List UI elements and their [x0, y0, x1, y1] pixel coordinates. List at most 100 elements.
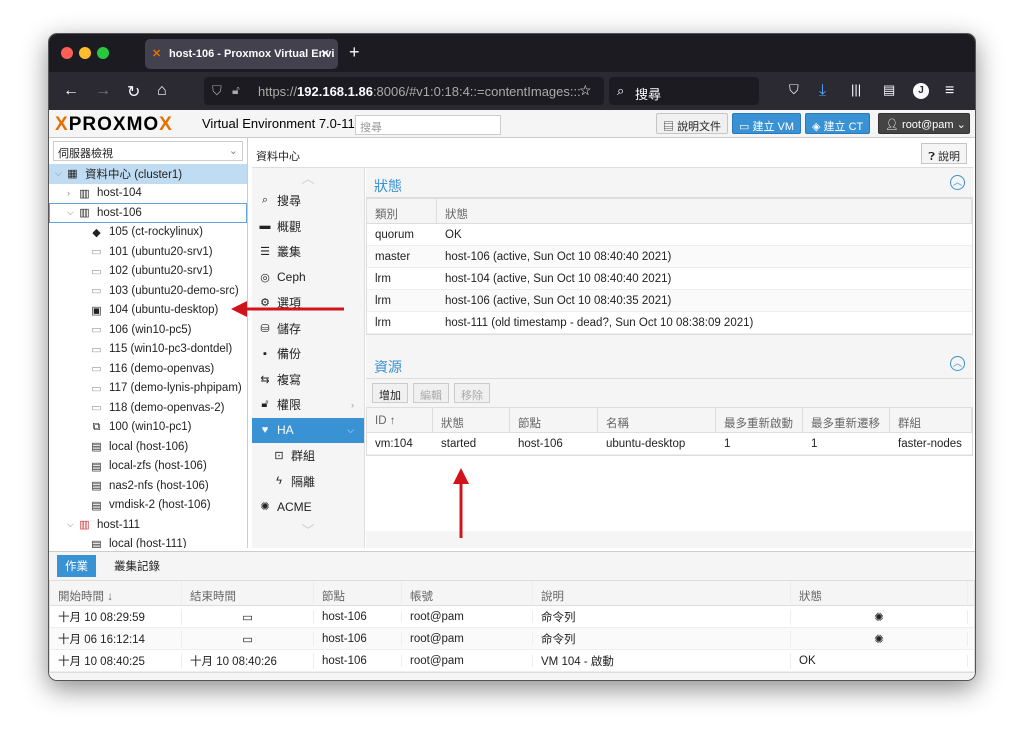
- tree-node[interactable]: ◆ 105 (ct-rockylinux): [49, 223, 247, 243]
- tab-cluster-log[interactable]: 叢集記錄: [106, 555, 168, 577]
- pocket-icon[interactable]: ⛉: [789, 82, 799, 98]
- tree-node[interactable]: ⌵ ▥ host-111: [49, 515, 247, 535]
- close-window-button[interactable]: [61, 47, 73, 59]
- column-header[interactable]: 狀態: [437, 199, 972, 223]
- url-prefix: https://: [258, 84, 298, 99]
- tree-node[interactable]: ▭ 117 (demo-lynis-phpipam): [49, 379, 247, 399]
- column-header[interactable]: 狀態: [433, 408, 510, 432]
- tree-node[interactable]: ▤ local (host-111): [49, 535, 247, 548]
- menu-item[interactable]: ▬ 概觀: [252, 214, 364, 240]
- tree-node[interactable]: ▭ 106 (win10-pc5): [49, 320, 247, 340]
- tree-node-label: vmdisk-2 (host-106): [109, 499, 211, 512]
- table-row[interactable]: lrm host-111 (old timestamp - dead?, Sun …: [367, 312, 972, 334]
- column-header[interactable]: 結束時間: [182, 581, 314, 605]
- reload-icon[interactable]: ↻: [127, 82, 140, 102]
- sidebar-icon[interactable]: ▤: [883, 82, 895, 98]
- menu-item[interactable]: ✺ ACME: [252, 494, 364, 520]
- back-icon[interactable]: ←: [63, 82, 79, 100]
- column-header[interactable]: 節點: [510, 408, 598, 432]
- bookmark-star-icon[interactable]: ☆: [579, 82, 592, 99]
- menu-item[interactable]: ☰ 叢集: [252, 239, 364, 265]
- create-vm-button[interactable]: ▭ 建立 VM: [732, 113, 802, 134]
- menu-item[interactable]: ◎ Ceph: [252, 265, 364, 291]
- ceph-icon: ◎: [260, 271, 270, 284]
- table-row[interactable]: 十月 06 16:12:14 ▭ host-106 root@pam 命令列 ✺: [50, 628, 974, 650]
- tree-node-label: 118 (demo-openvas-2): [109, 401, 225, 414]
- tree-node[interactable]: ▭ 102 (ubuntu20-srv1): [49, 262, 247, 282]
- tree-node[interactable]: › ▥ host-104: [49, 184, 247, 204]
- create-ct-button[interactable]: ◈ 建立 CT: [805, 113, 871, 134]
- tree-node[interactable]: ▤ local (host-106): [49, 437, 247, 457]
- column-header[interactable]: 節點: [314, 581, 402, 605]
- tree-expander-icon[interactable]: ›: [67, 188, 77, 198]
- url-bar[interactable]: ⛉ 🔓︎ https://192.168.1.86:8006/#v1:0:18:…: [204, 77, 604, 105]
- column-header[interactable]: 帳號: [402, 581, 533, 605]
- menu-item[interactable]: ⇆ 複寫: [252, 367, 364, 393]
- column-header[interactable]: 最多重新遷移: [803, 408, 890, 432]
- tree-node[interactable]: ▣ 104 (ubuntu-desktop): [49, 301, 247, 321]
- tree-node[interactable]: ⌵ ▦ 資料中心 (cluster1): [49, 164, 247, 184]
- column-header[interactable]: ID ↑: [367, 408, 433, 432]
- forward-icon[interactable]: →: [95, 82, 111, 100]
- edit-button[interactable]: 編輯: [413, 383, 449, 403]
- browser-search-field[interactable]: ⌕ 搜尋: [609, 77, 759, 105]
- column-header[interactable]: 類別: [367, 199, 437, 223]
- view-selector[interactable]: 伺服器檢視 ⌄: [53, 141, 243, 161]
- menu-item[interactable]: ϟ 隔離: [252, 469, 364, 495]
- new-tab-button[interactable]: +: [349, 42, 360, 63]
- menu-item[interactable]: ⌕ 搜尋: [252, 188, 364, 214]
- scroll-down-icon[interactable]: ﹀: [252, 520, 364, 540]
- help-button[interactable]: ❓︎ 說明: [921, 143, 967, 164]
- header-search-input[interactable]: 搜尋: [355, 115, 501, 135]
- tree-node[interactable]: ▭ 115 (win10-pc3-dontdel): [49, 340, 247, 360]
- tree-node[interactable]: ▤ local-zfs (host-106): [49, 457, 247, 477]
- tab-tasks[interactable]: 作業: [57, 555, 96, 577]
- column-header[interactable]: 說明: [533, 581, 791, 605]
- tree-expander-icon[interactable]: ⌵: [55, 168, 65, 179]
- zoom-window-button[interactable]: [97, 47, 109, 59]
- scroll-up-icon[interactable]: ︿: [252, 168, 364, 188]
- download-icon[interactable]: ⤓: [819, 82, 826, 100]
- column-header[interactable]: 最多重新啟動: [716, 408, 803, 432]
- desktop-icon: ▭: [739, 121, 753, 133]
- table-row[interactable]: quorum OK: [367, 224, 972, 246]
- table-row[interactable]: vm:104 started host-106 ubuntu-desktop 1 1 fas…: [367, 433, 972, 455]
- tree-node[interactable]: ▭ 101 (ubuntu20-srv1): [49, 242, 247, 262]
- tree-node[interactable]: ▭ 103 (ubuntu20-demo-src): [49, 281, 247, 301]
- hamburger-menu-icon[interactable]: ≡: [945, 82, 954, 100]
- collapse-icon[interactable]: ︿: [950, 356, 965, 371]
- menu-item[interactable]: ♥ HA ⌵: [252, 417, 364, 443]
- table-row[interactable]: lrm host-106 (active, Sun Oct 10 08:40:35…: [367, 290, 972, 312]
- library-icon[interactable]: |||: [851, 82, 861, 97]
- docs-button[interactable]: ▤ 說明文件: [656, 113, 729, 134]
- browser-tab[interactable]: ✕ host-106 - Proxmox Virtual Envi ✕: [145, 39, 338, 69]
- menu-item[interactable]: ⊡ 群組: [252, 443, 364, 469]
- table-row[interactable]: lrm host-104 (active, Sun Oct 10 08:40:40…: [367, 268, 972, 290]
- tree-expander-icon[interactable]: ⌵: [67, 207, 77, 218]
- vm-icon: ▭: [91, 324, 102, 337]
- collapse-icon[interactable]: ︿: [950, 175, 965, 190]
- minimize-window-button[interactable]: [79, 47, 91, 59]
- tree-expander-icon[interactable]: ⌵: [67, 519, 77, 530]
- tree-node[interactable]: ▤ nas2-nfs (host-106): [49, 476, 247, 496]
- home-icon[interactable]: ⌂: [157, 82, 167, 100]
- add-button[interactable]: 增加: [372, 383, 408, 403]
- table-row[interactable]: master host-106 (active, Sun Oct 10 08:40…: [367, 246, 972, 268]
- column-header[interactable]: 開始時間 ↓: [50, 581, 182, 605]
- tree-node[interactable]: ⧉ 100 (win10-pc1): [49, 418, 247, 438]
- table-row[interactable]: 十月 10 08:29:59 ▭ host-106 root@pam 命令列 ✺: [50, 606, 974, 628]
- user-menu-button[interactable]: 👤︎ root@pam ⌄: [878, 113, 970, 134]
- tree-node[interactable]: ▭ 116 (demo-openvas): [49, 359, 247, 379]
- column-header[interactable]: 名稱: [598, 408, 716, 432]
- tree-node[interactable]: ▤ vmdisk-2 (host-106): [49, 496, 247, 516]
- menu-item[interactable]: 🔓︎ 權限 ›: [252, 392, 364, 418]
- tree-node[interactable]: ▭ 118 (demo-openvas-2): [49, 398, 247, 418]
- account-avatar-icon[interactable]: J: [913, 83, 929, 99]
- tree-node[interactable]: ⌵ ▥ host-106: [49, 203, 247, 223]
- column-header[interactable]: 群組: [890, 408, 972, 432]
- column-header[interactable]: 狀態: [791, 581, 968, 605]
- table-row[interactable]: 十月 10 08:40:25 十月 10 08:40:26 host-106 root…: [50, 650, 974, 672]
- tab-close-icon[interactable]: ✕: [321, 47, 330, 60]
- remove-button[interactable]: 移除: [454, 383, 490, 403]
- menu-item[interactable]: ▪ 備份: [252, 341, 364, 367]
